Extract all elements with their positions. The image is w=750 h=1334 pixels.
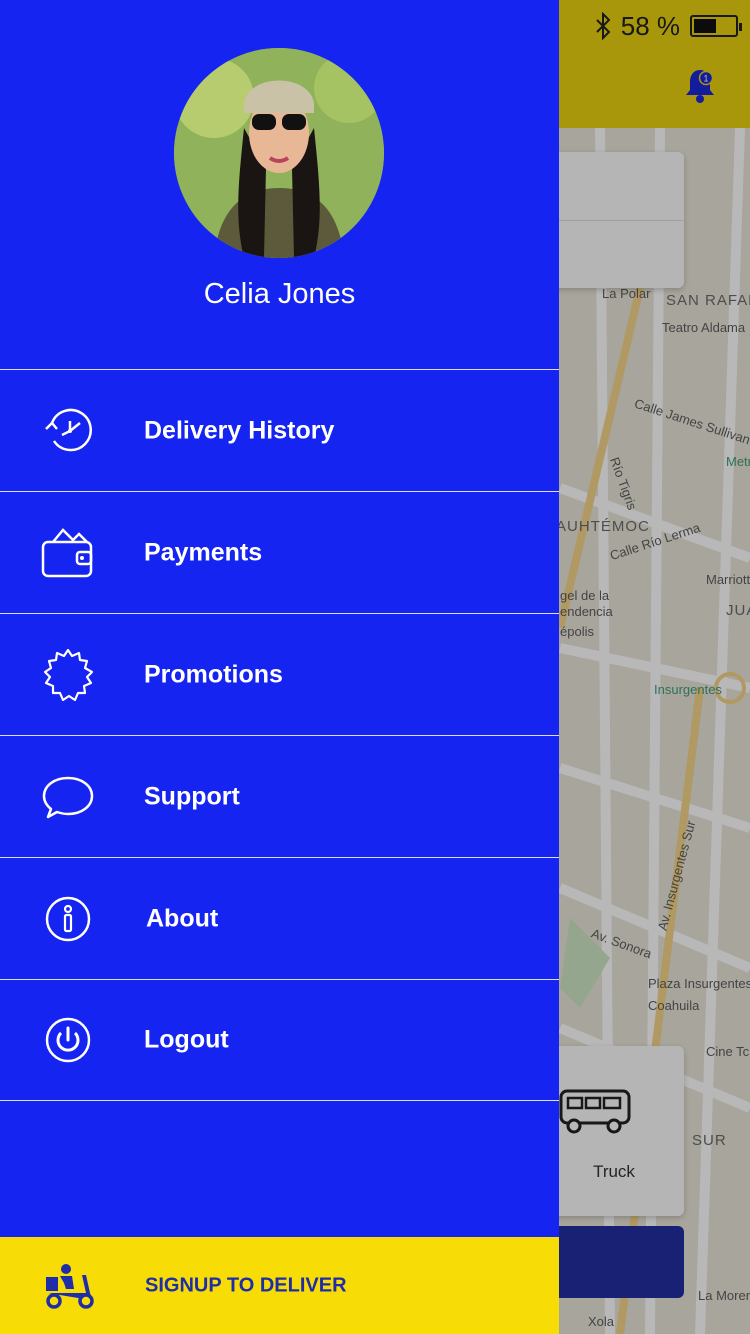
- profile-name: Celia Jones: [203, 278, 356, 310]
- menu-item-payments[interactable]: Payments: [0, 491, 559, 613]
- user-photo: [174, 48, 384, 258]
- wallet-icon: [40, 525, 96, 581]
- clock-history-icon: [40, 403, 96, 459]
- menu-item-support[interactable]: Support: [0, 735, 559, 857]
- drawer-menu: Delivery History Payments Promotions Sup…: [0, 369, 559, 1101]
- menu-item-promotions[interactable]: Promotions: [0, 613, 559, 735]
- menu-label: Delivery History: [144, 416, 335, 444]
- menu-item-logout[interactable]: Logout: [0, 979, 559, 1101]
- chat-bubble-icon: [40, 769, 96, 825]
- menu-label: Payments: [144, 538, 263, 566]
- menu-label: Promotions: [144, 660, 283, 688]
- signup-to-deliver-button[interactable]: SIGNUP TO DELIVER: [0, 1237, 559, 1334]
- info-icon: [40, 891, 96, 947]
- menu-item-delivery-history[interactable]: Delivery History: [0, 369, 559, 491]
- navigation-drawer: Celia Jones Delivery History Payments Pr…: [0, 0, 559, 1334]
- power-icon: [40, 1012, 96, 1068]
- menu-label: Logout: [144, 1025, 229, 1054]
- menu-label: Support: [144, 782, 240, 810]
- menu-item-about[interactable]: About: [0, 857, 559, 979]
- avatar[interactable]: [174, 48, 384, 258]
- menu-label: About: [146, 904, 219, 932]
- signup-label: SIGNUP TO DELIVER: [145, 1274, 347, 1296]
- badge-icon: [40, 647, 96, 703]
- delivery-scooter-icon: [46, 1264, 94, 1309]
